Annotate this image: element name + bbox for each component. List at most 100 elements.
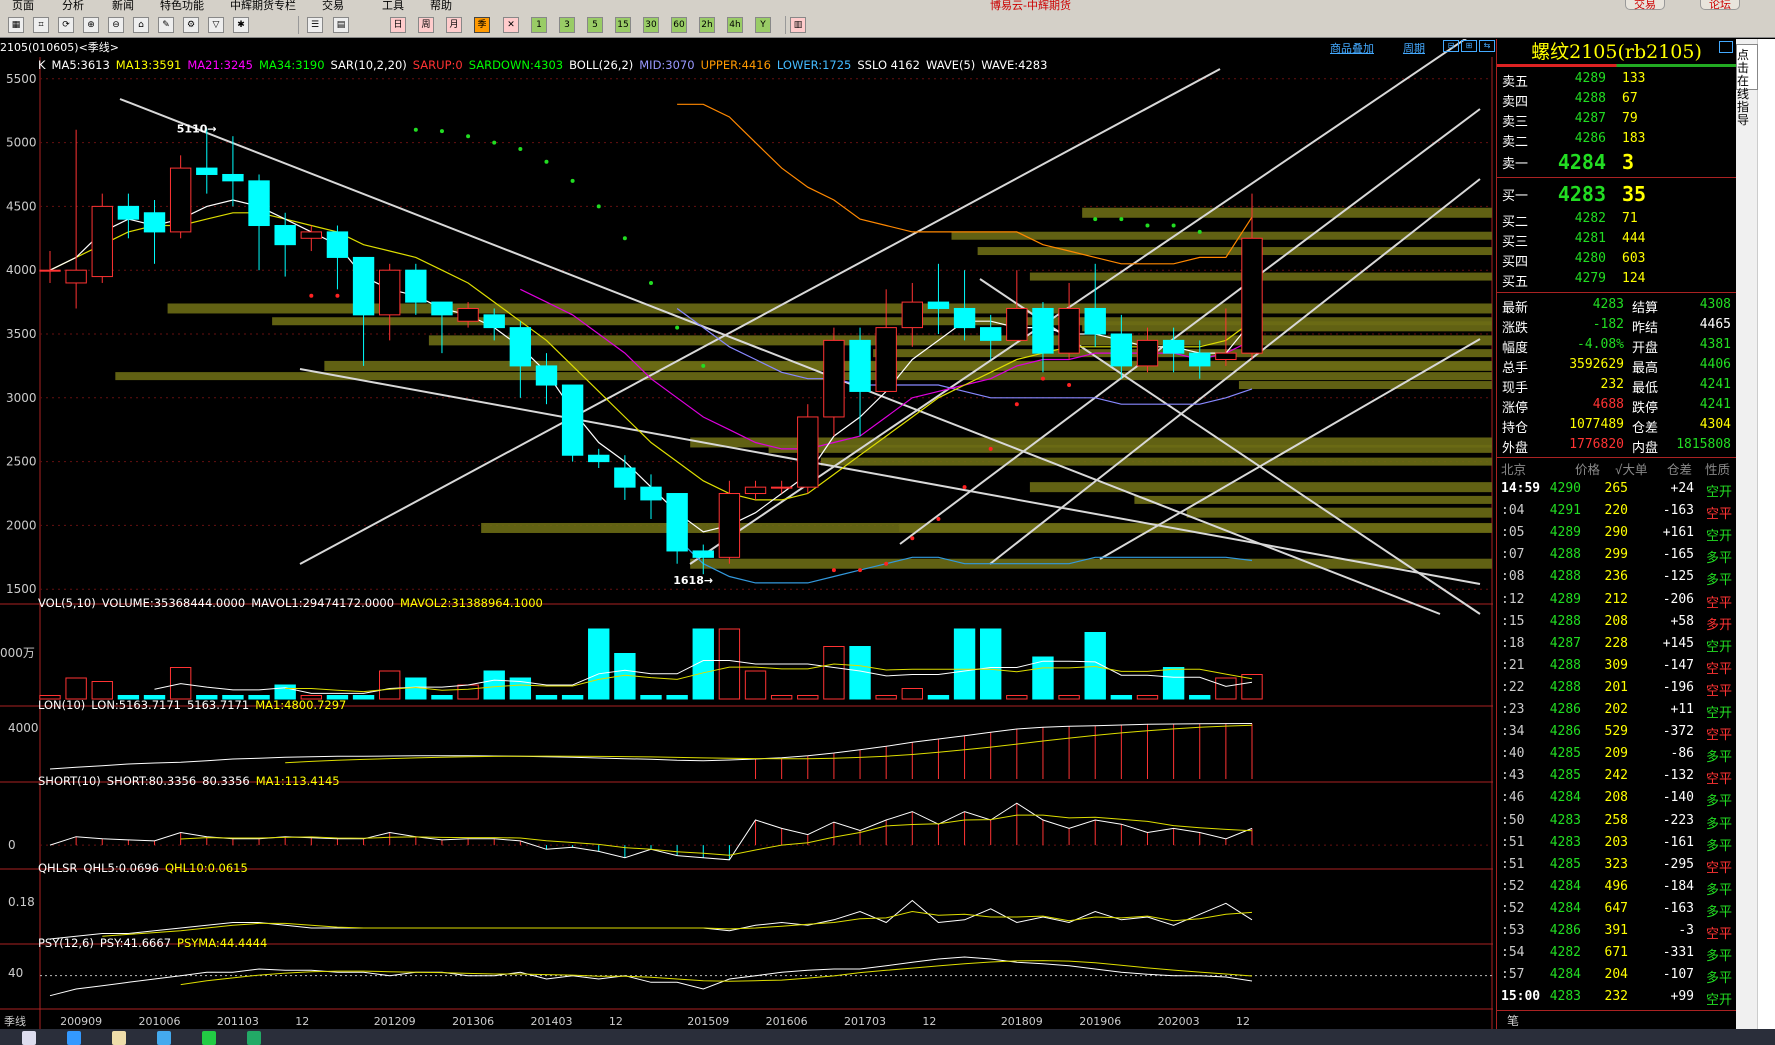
menu-item-4[interactable]: 中辉期货专栏 bbox=[230, 0, 296, 12]
candle[interactable] bbox=[248, 174, 270, 271]
tick-row[interactable]: :34 4286 529 -372 空平 bbox=[1497, 724, 1736, 746]
menu-item-5[interactable]: 交易 bbox=[322, 0, 344, 12]
zoom-in-icon[interactable]: ⊞ bbox=[1461, 40, 1477, 52]
chart-canvas[interactable]: 5500 5000 4500 4000 3500 3000 2500 2000 1500 5110… bbox=[0, 39, 1493, 1029]
interval-button-4[interactable]: 30 bbox=[643, 17, 659, 33]
bid-row[interactable]: 买五 4279 124 bbox=[1497, 271, 1736, 291]
menu-item-6[interactable]: 工具 bbox=[382, 0, 404, 12]
candle[interactable] bbox=[300, 225, 322, 252]
side-help-strip[interactable]: 点击在线指导 bbox=[1736, 39, 1775, 1029]
menu-item-1[interactable]: 分析 bbox=[62, 0, 84, 12]
panel-maximize-icon[interactable] bbox=[1719, 41, 1733, 53]
candle[interactable] bbox=[561, 384, 584, 462]
ask1-row[interactable]: 卖一 4284 3 bbox=[1497, 150, 1736, 174]
candle[interactable] bbox=[143, 200, 166, 264]
candle[interactable] bbox=[640, 474, 662, 520]
candle[interactable] bbox=[744, 480, 767, 500]
tick-row[interactable]: :23 4286 202 +11 空开 bbox=[1497, 702, 1736, 724]
candle[interactable] bbox=[431, 301, 453, 354]
candle[interactable] bbox=[169, 155, 192, 239]
zoom-out-icon[interactable]: ⊟ bbox=[1443, 40, 1459, 52]
tick-row[interactable]: :52 4284 647 -163 多平 bbox=[1497, 901, 1736, 923]
candle[interactable] bbox=[823, 327, 845, 437]
menu-item-3[interactable]: 特色功能 bbox=[160, 0, 204, 12]
online-guide-text[interactable]: 点击在线指导 bbox=[1737, 49, 1757, 127]
list-icon[interactable]: ☰ bbox=[307, 17, 323, 33]
period-button-1[interactable]: 周 bbox=[418, 17, 434, 33]
candle[interactable] bbox=[509, 321, 532, 398]
ask-row[interactable]: 卖五 4289 133 bbox=[1497, 71, 1736, 91]
bid-row[interactable]: 买四 4280 603 bbox=[1497, 251, 1736, 271]
period-button-0[interactable]: 日 bbox=[390, 17, 406, 33]
zoom-in-icon[interactable]: ⊕ bbox=[83, 17, 99, 33]
x-icon[interactable]: ✕ bbox=[503, 17, 519, 33]
gift-icon[interactable]: ⌂ bbox=[133, 17, 149, 33]
candle[interactable] bbox=[535, 353, 558, 405]
tick-row[interactable]: :54 4282 671 -331 多平 bbox=[1497, 945, 1736, 967]
candle[interactable] bbox=[196, 128, 218, 194]
candle[interactable] bbox=[65, 129, 87, 309]
tick-row[interactable]: :07 4288 299 -165 多平 bbox=[1497, 547, 1736, 569]
overlay-commodity-link[interactable]: 商品叠加 bbox=[1330, 40, 1374, 56]
folder-icon[interactable] bbox=[157, 1031, 171, 1045]
candle[interactable] bbox=[1241, 193, 1263, 360]
table-icon[interactable]: ▤ bbox=[333, 17, 349, 33]
candle[interactable] bbox=[91, 193, 113, 283]
ask-row[interactable]: 卖二 4286 183 bbox=[1497, 131, 1736, 151]
interval-button-1[interactable]: 3 bbox=[559, 17, 575, 33]
tick-row[interactable]: 15:00 4283 232 +99 空开 bbox=[1497, 989, 1736, 1011]
interval-button-5[interactable]: 60 bbox=[671, 17, 687, 33]
menu-item-0[interactable]: 页面 bbox=[12, 0, 34, 12]
tick-row[interactable]: :22 4288 201 -196 空平 bbox=[1497, 680, 1736, 702]
tick-row[interactable]: :46 4284 208 -140 多平 bbox=[1497, 790, 1736, 812]
candle[interactable] bbox=[1058, 282, 1080, 360]
candle[interactable] bbox=[770, 480, 793, 494]
zoom-out-icon[interactable]: ⊖ bbox=[108, 17, 124, 33]
grid-icon[interactable]: ▦ bbox=[8, 17, 24, 33]
period-button-2[interactable]: 月 bbox=[446, 17, 462, 33]
tick-row[interactable]: 14:59 4290 265 +24 空开 bbox=[1497, 481, 1736, 503]
search-icon[interactable] bbox=[22, 1031, 36, 1045]
tick-row[interactable]: :50 4283 258 -223 多平 bbox=[1497, 813, 1736, 835]
filter-icon[interactable]: ▽ bbox=[208, 17, 224, 33]
candle[interactable] bbox=[1136, 327, 1159, 373]
candle[interactable] bbox=[117, 193, 140, 239]
candle[interactable] bbox=[718, 480, 741, 564]
tick-row[interactable]: :05 4289 290 +161 空开 bbox=[1497, 525, 1736, 547]
scroll-icon[interactable]: ⇆ bbox=[1479, 40, 1495, 52]
interval-button-3[interactable]: 15 bbox=[615, 17, 631, 33]
calc-icon[interactable]: ▥ bbox=[790, 17, 806, 33]
new-icon[interactable]: ✱ bbox=[233, 17, 249, 33]
tab-ticks[interactable]: 笔 bbox=[1507, 1012, 1519, 1029]
refresh-icon[interactable]: ⟳ bbox=[58, 17, 74, 33]
pen-icon[interactable]: ✎ bbox=[158, 17, 174, 33]
tick-row[interactable]: :40 4285 209 -86 多平 bbox=[1497, 746, 1736, 768]
period-button-3[interactable]: 季 bbox=[474, 17, 490, 33]
trade-button[interactable]: 交易 bbox=[1625, 0, 1665, 11]
chat-icon[interactable] bbox=[202, 1031, 216, 1045]
forum-button[interactable]: 论坛 bbox=[1700, 0, 1740, 11]
tick-row[interactable]: :52 4284 496 -184 多平 bbox=[1497, 879, 1736, 901]
ask-row[interactable]: 卖四 4288 67 bbox=[1497, 91, 1736, 111]
interval-button-6[interactable]: 2h bbox=[699, 17, 715, 33]
tick-row[interactable]: :57 4284 204 -107 多平 bbox=[1497, 967, 1736, 989]
bid-row[interactable]: 买二 4282 71 bbox=[1497, 211, 1736, 231]
interval-button-2[interactable]: 5 bbox=[587, 17, 603, 33]
tick-row[interactable]: :04 4291 220 -163 空平 bbox=[1497, 503, 1736, 525]
candle[interactable] bbox=[666, 493, 688, 564]
browser-icon[interactable] bbox=[67, 1031, 81, 1045]
kline-chart[interactable]: 5500 5000 4500 4000 3500 3000 2500 2000 1500 5110… bbox=[0, 39, 1493, 1029]
file-icon[interactable] bbox=[112, 1031, 126, 1045]
panel-tabs[interactable]: 笔 bbox=[1497, 1010, 1736, 1029]
menu-item-7[interactable]: 帮助 bbox=[430, 0, 452, 12]
tool-icon[interactable]: ⚙ bbox=[183, 17, 199, 33]
tick-row[interactable]: :51 4283 203 -161 多平 bbox=[1497, 835, 1736, 857]
candle[interactable] bbox=[379, 263, 401, 341]
candle[interactable] bbox=[352, 256, 375, 366]
tick-row[interactable]: :53 4286 391 -3 空平 bbox=[1497, 923, 1736, 945]
tick-row[interactable]: :12 4289 212 -206 空平 bbox=[1497, 592, 1736, 614]
tick-row[interactable]: :21 4288 309 -147 空平 bbox=[1497, 658, 1736, 680]
tick-row[interactable]: :08 4288 236 -125 多平 bbox=[1497, 569, 1736, 591]
bid-row[interactable]: 买三 4281 444 bbox=[1497, 231, 1736, 251]
candle[interactable] bbox=[797, 404, 819, 494]
